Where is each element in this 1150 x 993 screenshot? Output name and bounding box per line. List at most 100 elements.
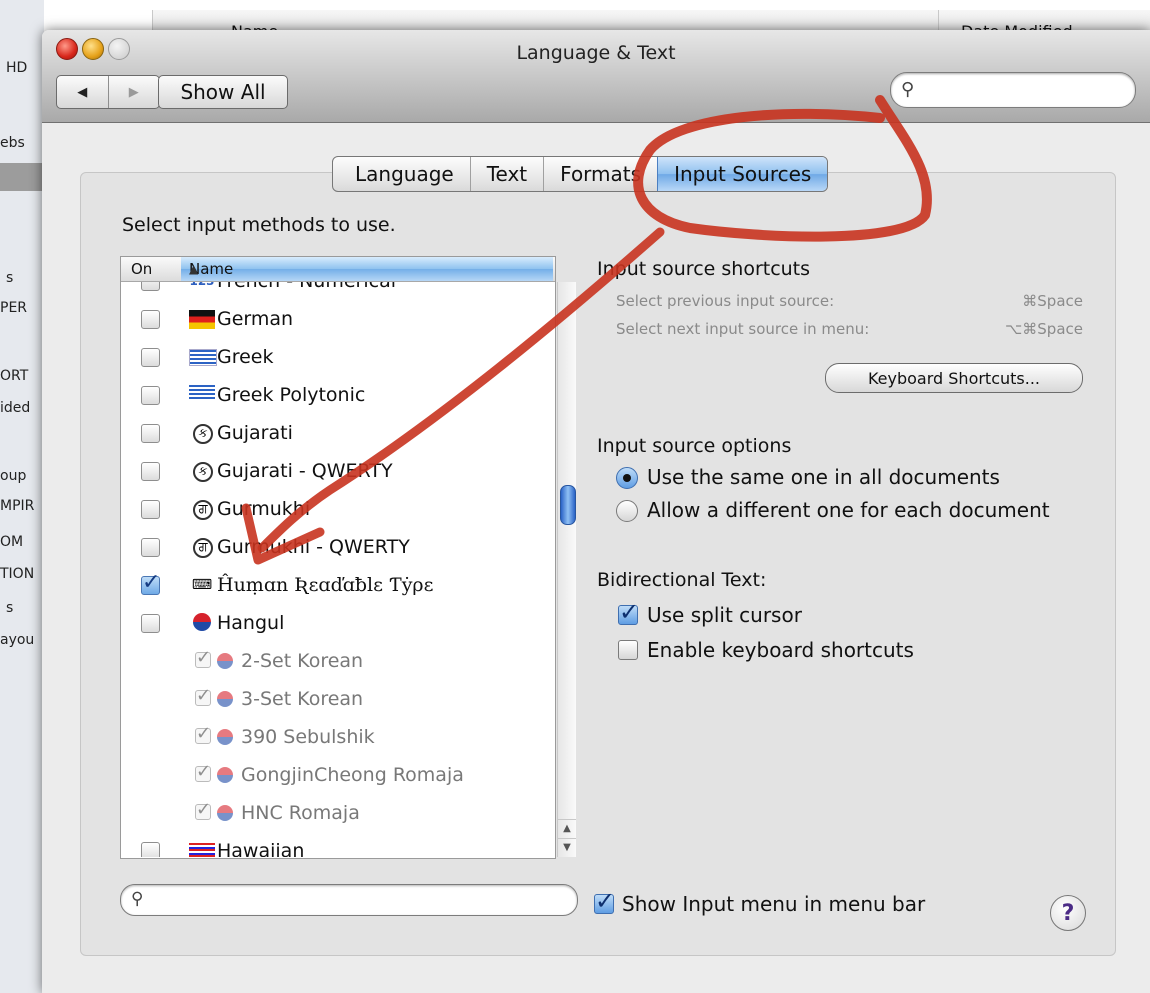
show-all-button[interactable]: Show All — [158, 75, 288, 109]
list-item-german[interactable]: German — [121, 301, 555, 339]
scroll-down-arrow-icon[interactable]: ▼ — [558, 838, 576, 857]
list-item-label: 2-Set Korean — [241, 650, 364, 672]
finder-sidebar-item[interactable]: ided — [0, 400, 30, 416]
different-per-doc-radio[interactable] — [616, 500, 638, 522]
list-item-gujarati[interactable]: ક Gujarati — [121, 415, 555, 453]
list-item-french-numerical[interactable]: 123 French - Numerical — [121, 282, 555, 301]
options-heading: Input source options — [597, 435, 792, 457]
list-item-gujarati-qwerty[interactable]: ક Gujarati - QWERTY — [121, 453, 555, 491]
list-item-greek[interactable]: Greek — [121, 339, 555, 377]
search-icon: ⚲ — [131, 889, 144, 909]
finder-sidebar-item[interactable]: s — [6, 270, 13, 286]
list-item-hnc-romaja: HNC Romaja — [121, 795, 555, 833]
enable-checkbox[interactable] — [141, 614, 160, 633]
enable-checkbox[interactable] — [141, 348, 160, 367]
list-item-390-sebulshik: 390 Sebulshik — [121, 719, 555, 757]
list-prompt: Select input methods to use. — [122, 214, 396, 236]
finder-sidebar-item[interactable]: MPIR — [0, 498, 34, 514]
list-scrollbar[interactable]: ▲ ▼ — [557, 282, 576, 857]
list-item-gurmukhi-qwerty[interactable]: ਗ Gurmukhi - QWERTY — [121, 529, 555, 567]
scrollbar-thumb[interactable] — [560, 485, 576, 525]
input-source-list: On Name ▲ 123 French - Numerical German … — [120, 256, 576, 859]
list-item-label: Gurmukhi — [217, 498, 311, 520]
finder-sidebar-item[interactable]: OM — [0, 534, 23, 550]
bidi-heading: Bidirectional Text: — [597, 569, 767, 591]
enable-checkbox[interactable] — [141, 842, 160, 857]
tab-input-sources[interactable]: Input Sources — [657, 157, 828, 191]
finder-sidebar-item[interactable]: oup — [0, 468, 26, 484]
next-source-label: Select next input source in menu: — [616, 320, 870, 338]
help-button[interactable]: ? — [1050, 895, 1086, 931]
preferences-search-field[interactable]: ⚲ — [890, 72, 1136, 108]
list-item-label: Greek Polytonic — [217, 384, 366, 406]
enable-checkbox[interactable] — [141, 282, 160, 291]
korea-flag-icon — [217, 691, 233, 707]
list-item-hangul[interactable]: Hangul — [121, 605, 555, 643]
gurmukhi-qwerty-icon: ਗ — [193, 538, 213, 558]
sort-ascending-icon: ▲ — [189, 262, 199, 276]
list-item-label: Gujarati - QWERTY — [217, 460, 393, 482]
tab-text[interactable]: Text — [469, 157, 543, 191]
shortcuts-heading: Input source shortcuts — [597, 258, 811, 280]
list-item-label: French - Numerical — [217, 282, 396, 292]
scroll-up-arrow-icon[interactable]: ▲ — [558, 819, 576, 838]
enable-checkbox[interactable] — [141, 462, 160, 481]
list-item-label: HNC Romaja — [241, 802, 360, 824]
korea-flag-icon — [193, 613, 211, 631]
gujarati-script-icon: ક — [193, 424, 213, 444]
finder-sidebar-item[interactable]: ebs — [0, 135, 25, 151]
column-name-header[interactable]: Name ▲ — [181, 257, 553, 281]
list-item-label: Gurmukhi - QWERTY — [217, 536, 410, 558]
enable-keyboard-shortcuts-label[interactable]: Enable keyboard shortcuts — [647, 638, 914, 662]
korea-flag-icon — [217, 653, 233, 669]
korea-flag-icon — [217, 729, 233, 745]
keyboard-shortcuts-button[interactable]: Keyboard Shortcuts... — [825, 363, 1083, 393]
list-rows: 123 French - Numerical German Greek Gree… — [121, 282, 555, 857]
split-cursor-label[interactable]: Use split cursor — [647, 603, 802, 627]
hawaii-flag-icon — [189, 843, 215, 857]
list-item-gurmukhi[interactable]: ਗ Gurmukhi — [121, 491, 555, 529]
list-item-label: Gujarati — [217, 422, 293, 444]
previous-source-shortcut-row: Select previous input source: ⌘Space — [616, 292, 1083, 310]
list-header: On Name ▲ — [121, 257, 555, 282]
finder-sidebar-item[interactable]: ORT — [0, 368, 28, 384]
enable-checkbox[interactable] — [141, 500, 160, 519]
enable-checkbox[interactable] — [141, 570, 160, 595]
list-item-human-readable-type[interactable]: ⌨ Ĥuṃɑn Ʀɛɑďɑƀlɛ Ƭẏρɛ — [121, 567, 555, 605]
enable-keyboard-shortcuts-checkbox[interactable] — [618, 640, 638, 660]
list-item-label: 3-Set Korean — [241, 688, 364, 710]
gujarati-qwerty-icon: ક — [193, 462, 213, 482]
list-item-label: 390 Sebulshik — [241, 726, 375, 748]
finder-sidebar-item[interactable]: TION — [0, 566, 34, 582]
tab-language[interactable]: Language — [333, 157, 470, 191]
list-item-label: Greek — [217, 346, 274, 368]
back-button[interactable]: ◀ — [57, 76, 108, 108]
list-item-label: Hangul — [217, 612, 285, 634]
finder-sidebar-item[interactable]: ayou — [0, 632, 34, 648]
finder-sidebar-item[interactable]: s — [6, 600, 13, 616]
greek-polytonic-flag-icon — [189, 385, 215, 400]
tab-formats[interactable]: Formats — [543, 157, 657, 191]
enable-checkbox[interactable] — [141, 310, 160, 329]
finder-sidebar-item[interactable]: PER — [0, 300, 27, 316]
enable-checkbox[interactable] — [141, 538, 160, 557]
show-input-menu-label[interactable]: Show Input menu in menu bar — [622, 892, 925, 916]
same-in-all-docs-radio[interactable] — [616, 467, 638, 489]
show-input-menu-checkbox[interactable] — [594, 887, 615, 915]
list-item-greek-polytonic[interactable]: Greek Polytonic — [121, 377, 555, 415]
split-cursor-checkbox[interactable] — [618, 598, 639, 626]
window-title: Language & Text — [516, 42, 676, 64]
previous-source-label: Select previous input source: — [616, 292, 835, 310]
column-on-header[interactable]: On — [131, 260, 152, 278]
window-toolbar: Language & Text ◀ ▶ Show All ⚲ — [42, 30, 1150, 123]
enabled-checkbox-disabled — [195, 761, 211, 782]
finder-sidebar-item[interactable]: HD — [6, 60, 27, 76]
same-in-all-docs-label[interactable]: Use the same one in all documents — [647, 465, 1000, 489]
list-item-hawaiian[interactable]: Hawaiian — [121, 833, 555, 857]
different-per-doc-label[interactable]: Allow a different one for each document — [647, 498, 1050, 522]
input-source-search-field[interactable]: ⚲ — [120, 884, 578, 916]
forward-button[interactable]: ▶ — [107, 76, 160, 108]
enable-checkbox[interactable] — [141, 424, 160, 443]
enable-checkbox[interactable] — [141, 386, 160, 405]
enabled-checkbox-disabled — [195, 799, 211, 820]
